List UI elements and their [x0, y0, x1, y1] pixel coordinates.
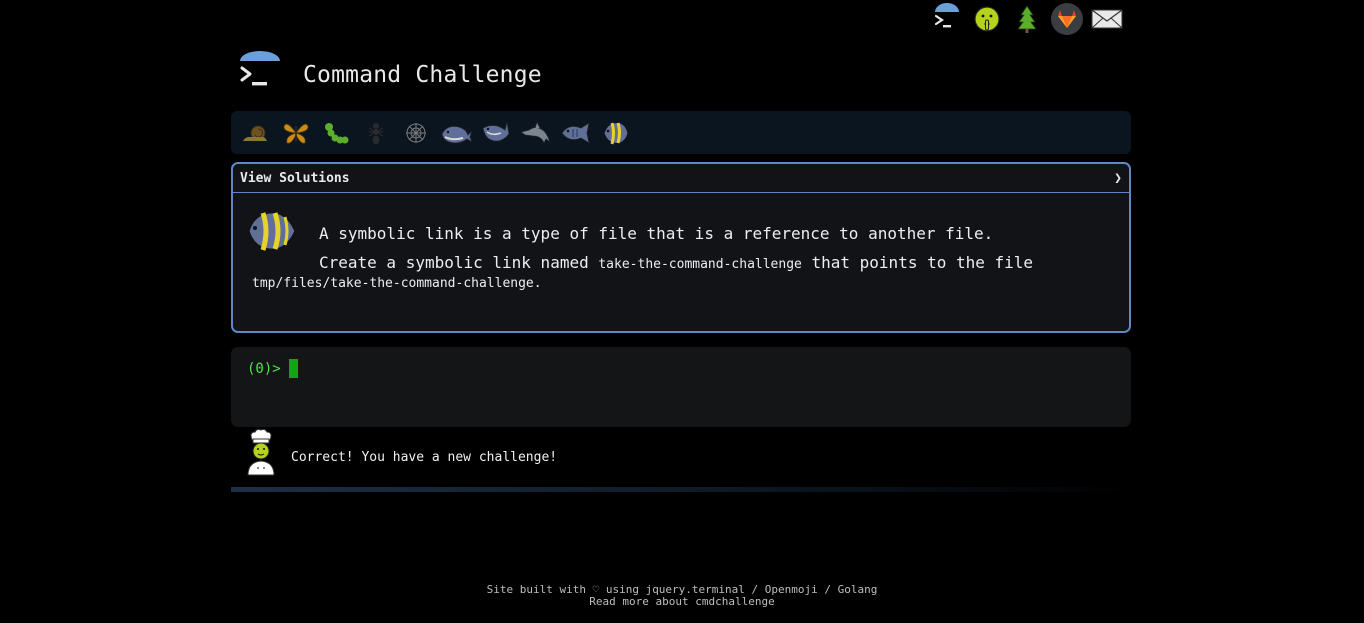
prompt-line[interactable]: (0)> — [247, 359, 1115, 378]
terminal-prompt: (0)> — [247, 360, 281, 377]
shark-icon[interactable] — [479, 116, 513, 150]
level-bar — [231, 111, 1131, 154]
tropical-fish-icon — [245, 207, 299, 255]
page-header: Command Challenge — [236, 50, 542, 96]
task-prefix: Create a symbolic link named — [319, 253, 599, 272]
footer-about-link[interactable]: Read more about cmdchallenge — [0, 596, 1364, 608]
status-message: Correct! You have a new challenge! — [243, 428, 557, 476]
page-title: Command Challenge — [303, 62, 542, 88]
snail-icon[interactable] — [239, 116, 273, 150]
whale-icon[interactable] — [439, 116, 473, 150]
view-solutions-label: View Solutions — [240, 170, 350, 186]
target-path-code: tmp/files/take-the-command-challenge. — [252, 276, 542, 291]
ant-icon[interactable] — [359, 116, 393, 150]
caterpillar-icon[interactable] — [319, 116, 353, 150]
challenge-panel: View Solutions ❯ A symbolic link is a ty… — [231, 162, 1131, 333]
footer: Site built with ♡ using jquery.terminal … — [0, 584, 1364, 608]
tropical-fish-icon[interactable] — [599, 116, 633, 150]
butterfly-icon[interactable] — [279, 116, 313, 150]
success-message: Correct! You have a new challenge! — [291, 449, 558, 465]
challenge-intro-text: A symbolic link is a type of file that i… — [319, 224, 994, 243]
terminal-cursor — [288, 359, 298, 378]
challenge-task-text: Create a symbolic link named take-the-co… — [253, 253, 1111, 275]
tree-icon[interactable] — [1010, 2, 1044, 36]
task-suffix: that points to the file — [801, 253, 1034, 272]
gitlab-icon[interactable] — [1050, 2, 1084, 36]
terminal-icon[interactable] — [930, 2, 964, 36]
progress-bar — [231, 487, 1131, 492]
terminal-input-area[interactable]: (0)> — [231, 347, 1131, 427]
challenge-description: A symbolic link is a type of file that i… — [233, 193, 1129, 293]
terminal-logo-icon — [236, 50, 284, 96]
chef-icon — [243, 428, 279, 476]
view-solutions-toggle[interactable]: View Solutions ❯ — [233, 164, 1129, 193]
spider-web-icon[interactable] — [399, 116, 433, 150]
chevron-right-icon: ❯ — [1114, 170, 1122, 186]
shushing-face-icon[interactable] — [970, 2, 1004, 36]
link-name-code: take-the-command-challenge — [598, 257, 802, 272]
top-navigation — [930, 2, 1124, 36]
envelope-icon[interactable] — [1090, 2, 1124, 36]
fish-icon[interactable] — [559, 116, 593, 150]
dolphin-icon[interactable] — [519, 116, 553, 150]
